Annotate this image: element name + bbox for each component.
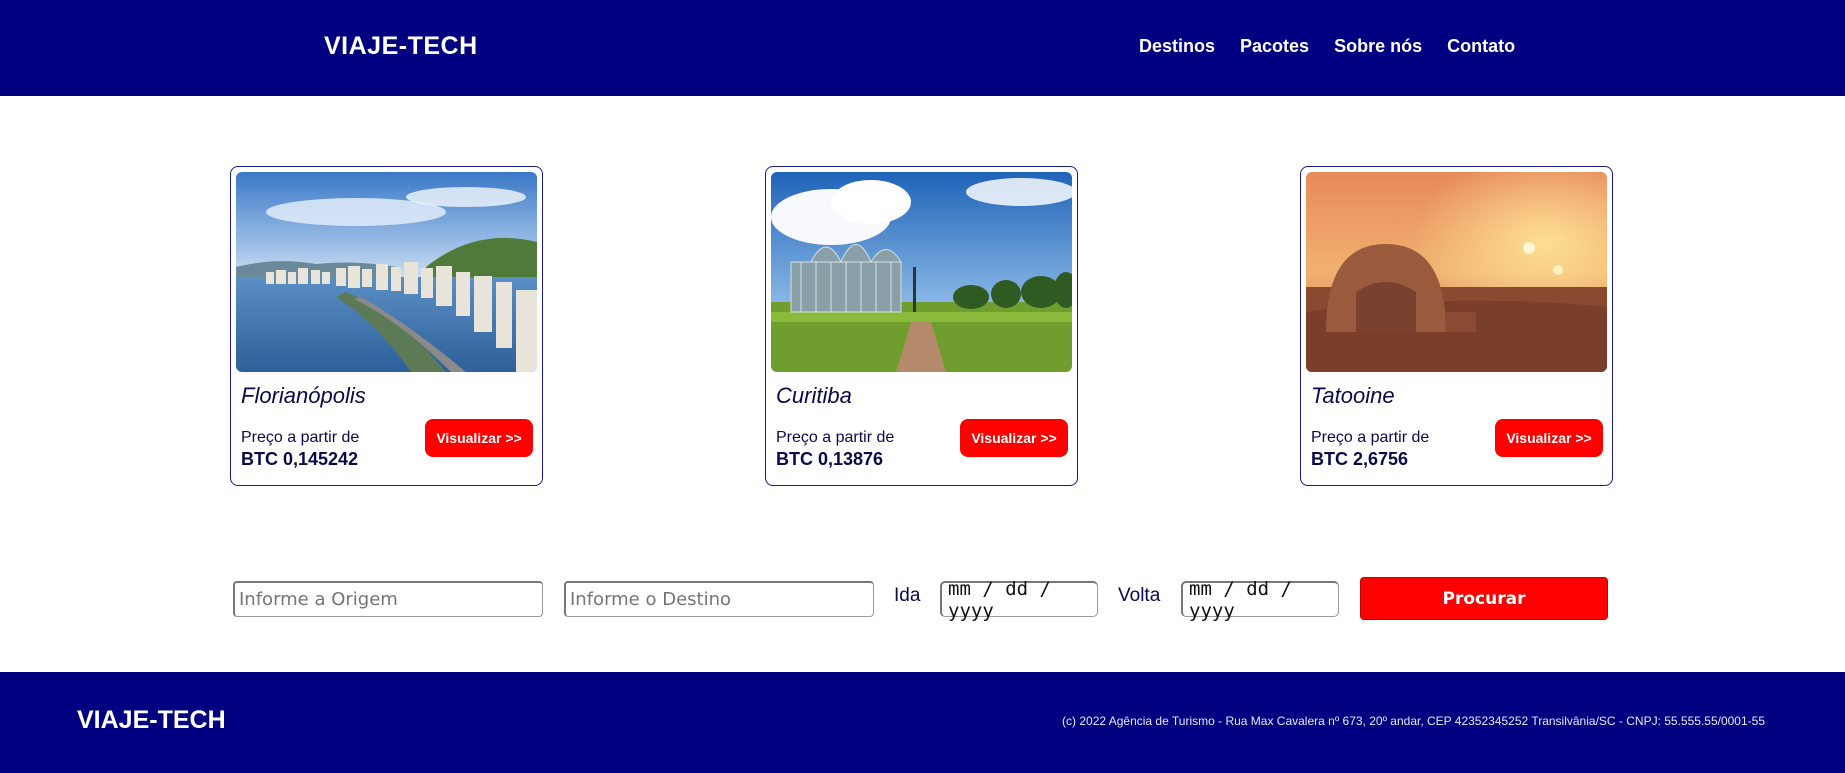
nav-item-sobre-nos[interactable]: Sobre nós [1334,36,1422,57]
view-destination-button[interactable]: Visualizar >> [1495,419,1603,457]
main-nav: Destinos Pacotes Sobre nós Contato [1139,36,1540,57]
volta-label: Volta [1118,585,1161,606]
brand-logo[interactable]: VIAJE-TECH [324,32,478,61]
destination-photo-tatooine [1306,172,1607,372]
destination-input[interactable] [564,581,874,617]
ida-label: Ida [894,585,921,606]
ida-date-input[interactable]: mm / dd / yyyy [940,578,1098,622]
site-footer: VIAJE-TECH (c) 2022 Agência de Turismo -… [0,672,1845,773]
nav-item-destinos[interactable]: Destinos [1139,36,1215,57]
view-destination-button[interactable]: Visualizar >> [960,419,1068,457]
card-city-name: Florianópolis [241,383,366,408]
card-price-prefix: Preço a partir de [1311,429,1430,446]
footer-brand: VIAJE-TECH [77,706,226,734]
volta-date-input[interactable]: mm / dd / yyyy [1181,578,1339,622]
view-destination-button[interactable]: Visualizar >> [425,419,533,457]
card-price: BTC 2,6756 [1311,449,1409,469]
nav-item-contato[interactable]: Contato [1447,36,1515,57]
card-price-prefix: Preço a partir de [776,429,895,446]
site-header: VIAJE-TECH Destinos Pacotes Sobre nós Co… [0,0,1845,96]
origin-input[interactable] [233,581,543,617]
search-button[interactable]: Procurar [1360,577,1608,620]
destination-card: Tatooine Preço a partir de BTC 2,6756 Vi… [1300,166,1613,486]
card-city-name: Tatooine [1311,383,1395,408]
destination-photo-curitiba [771,172,1072,372]
card-price-prefix: Preço a partir de [241,429,360,446]
destination-card: Florianópolis Preço a partir de BTC 0,14… [230,166,543,486]
card-price: BTC 0,13876 [776,449,884,469]
card-price: BTC 0,145242 [241,449,359,469]
nav-item-pacotes[interactable]: Pacotes [1240,36,1309,57]
card-city-name: Curitiba [776,383,852,408]
destination-photo-florianopolis [236,172,537,372]
destination-card: Curitiba Preço a partir de BTC 0,13876 V… [765,166,1078,486]
footer-copyright: (c) 2022 Agência de Turismo - Rua Max Ca… [1062,714,1765,728]
